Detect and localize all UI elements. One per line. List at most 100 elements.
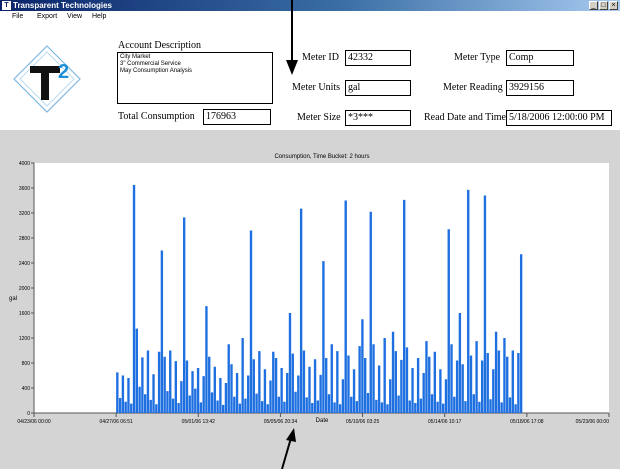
bar xyxy=(461,364,464,413)
bar xyxy=(152,374,155,413)
bar xyxy=(372,344,375,413)
bar xyxy=(182,217,186,413)
bar xyxy=(430,394,434,413)
bar xyxy=(302,350,306,413)
bar xyxy=(297,375,300,413)
bar xyxy=(506,356,509,413)
bar xyxy=(361,319,364,413)
x-tick-label: 04/23/06 00:00 xyxy=(17,419,51,425)
bar xyxy=(428,356,431,413)
bar xyxy=(313,359,317,413)
bar xyxy=(216,400,219,413)
menu-bar: File Export View Help xyxy=(0,11,620,23)
window-title: Transparent Technologies xyxy=(13,1,112,10)
minimize-button[interactable]: _ xyxy=(589,1,598,10)
bar xyxy=(383,338,386,413)
bar xyxy=(436,401,439,413)
bar xyxy=(194,388,197,413)
bar xyxy=(260,401,264,413)
y-axis-label: gal xyxy=(9,296,17,302)
bar xyxy=(325,358,328,413)
bar xyxy=(447,229,450,413)
read-date-field[interactable]: 5/18/2006 12:00:00 PM xyxy=(506,110,612,126)
bar xyxy=(494,331,498,413)
bar xyxy=(269,380,272,413)
bar xyxy=(425,341,428,413)
menu-file[interactable]: File xyxy=(12,11,23,23)
consumption-chart: 040080012001600200024002800320036004000 … xyxy=(9,154,610,425)
bar xyxy=(453,396,456,413)
meter-type-field[interactable]: Comp xyxy=(506,50,574,66)
bar xyxy=(500,402,503,413)
x-tick-label: 05/01/06 13:42 xyxy=(182,419,216,425)
bar xyxy=(464,401,467,413)
bar xyxy=(227,344,230,413)
bar xyxy=(274,358,278,413)
x-tick-label: 05/14/06 10:17 xyxy=(428,419,462,425)
x-tick-label: 05/05/06 20:34 xyxy=(264,419,298,425)
meter-id-field[interactable]: 42332 xyxy=(345,50,411,66)
menu-export[interactable]: Export xyxy=(37,11,57,23)
close-button[interactable]: × xyxy=(609,1,618,10)
bar xyxy=(213,366,216,413)
bar xyxy=(258,351,261,413)
bar xyxy=(333,402,336,413)
app-icon: T xyxy=(2,1,11,10)
bar xyxy=(224,383,228,413)
company-logo: 2 xyxy=(8,40,86,118)
bar xyxy=(169,350,172,413)
menu-help[interactable]: Help xyxy=(92,11,106,23)
bar xyxy=(138,386,141,413)
bar xyxy=(414,403,417,413)
bar xyxy=(283,401,286,413)
bar xyxy=(130,403,133,413)
menu-view[interactable]: View xyxy=(67,11,82,23)
bar xyxy=(143,394,147,413)
bar xyxy=(235,373,239,413)
bar xyxy=(458,313,462,413)
y-tick-label: 3200 xyxy=(19,211,30,217)
y-tick-label: 400 xyxy=(22,386,31,392)
bar xyxy=(389,379,392,413)
bar xyxy=(280,368,283,413)
maximize-button[interactable]: □ xyxy=(599,1,608,10)
account-description-label: Account Description xyxy=(118,40,202,51)
bar xyxy=(322,261,325,413)
bar xyxy=(149,399,152,413)
bar xyxy=(291,353,294,413)
total-consumption-field[interactable]: 176963 xyxy=(203,109,271,125)
bar xyxy=(408,400,411,413)
meter-id-label: Meter ID xyxy=(302,52,339,63)
x-tick-label: 04/27/06 06:51 xyxy=(99,419,133,425)
bar xyxy=(247,375,250,413)
bar xyxy=(377,365,381,413)
meter-units-label: Meter Units xyxy=(292,82,341,93)
bar xyxy=(511,350,514,413)
bar xyxy=(294,391,297,413)
bar xyxy=(486,353,489,413)
bar xyxy=(299,208,303,413)
bar xyxy=(288,313,292,413)
meter-reading-field[interactable]: 3929156 xyxy=(506,80,574,96)
bar xyxy=(480,360,484,413)
bar xyxy=(397,395,400,413)
bar xyxy=(163,356,166,413)
bar xyxy=(272,351,275,413)
bar xyxy=(255,393,258,413)
description-line: City Market xyxy=(120,54,151,60)
meter-type-label: Meter Type xyxy=(454,52,501,63)
bar xyxy=(450,344,453,413)
bar xyxy=(252,359,255,413)
bar xyxy=(341,379,345,413)
bar xyxy=(394,351,398,413)
down-arrow-annotation xyxy=(286,0,298,75)
bar xyxy=(208,356,211,413)
chart-panel: 0 400 800 1200 1600 2000 2400 2800 3200 3600 4000 … xyxy=(0,130,620,469)
account-description-field[interactable]: City Market 3" Commercial Service May Co… xyxy=(117,52,273,104)
bar xyxy=(514,404,517,413)
bar xyxy=(402,199,406,413)
bar xyxy=(380,402,384,413)
bar xyxy=(166,391,169,413)
meter-units-field[interactable]: gal xyxy=(345,80,411,96)
meter-size-field[interactable]: *3*** xyxy=(345,110,411,126)
